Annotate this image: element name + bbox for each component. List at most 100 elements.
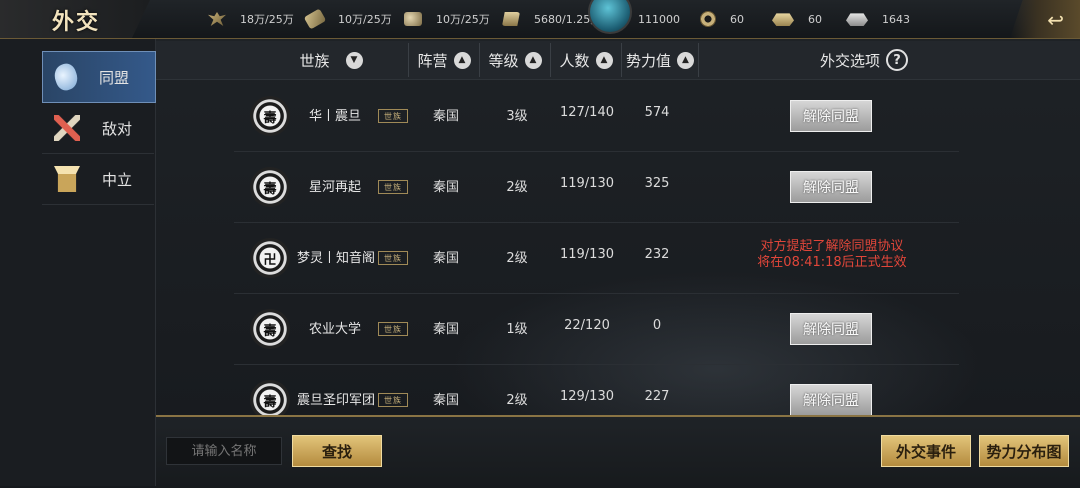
resource-value: 111000 (638, 12, 680, 26)
clan-name: 梦灵丨知音阁 (297, 251, 376, 266)
power-map-button[interactable]: 势力分布图 (979, 435, 1069, 467)
clan-name: 震旦圣印军团 (297, 393, 376, 408)
resource-value: 18万/25万 (240, 13, 294, 26)
table-row: 壽 星河再起 世族 秦国 2级 119/130 325 解除同盟 (234, 152, 959, 223)
resource-gold: 60 (772, 10, 822, 28)
stone-icon (404, 12, 422, 26)
table-row: 壽 华丨震旦 世族 秦国 3级 127/140 574 解除同盟 (234, 81, 959, 152)
grain-icon (208, 12, 226, 26)
sidebar: 同盟 敌对 中立 (0, 39, 156, 486)
bottom-action-bar: 查找 外交事件 势力分布图 (156, 415, 1080, 488)
tab-alliance[interactable]: 同盟 (42, 51, 156, 103)
tab-hostile[interactable]: 敌对 (42, 103, 154, 154)
resource-copper: 60 (700, 10, 744, 28)
tab-label: 敌对 (102, 119, 133, 138)
column-label: 势力值 (625, 51, 671, 70)
table-row: 卍 梦灵丨知音阁 世族 秦国 2级 119/130 232 对方提起了解除同盟协… (234, 223, 959, 294)
faction-cell: 秦国 (432, 180, 459, 195)
column-level[interactable]: 等级 ▲ (480, 41, 550, 79)
column-power[interactable]: 势力值 ▲ (622, 41, 698, 79)
resource-population: 111000 (638, 10, 680, 28)
faction-cell: 秦国 (432, 322, 459, 337)
column-options: 外交选项 ? (699, 41, 1029, 79)
power-cell: 0 (652, 318, 662, 333)
clan-name: 农业大学 (309, 322, 362, 337)
dissolve-alliance-button[interactable]: 解除同盟 (790, 384, 872, 415)
back-button[interactable]: ↩ (1010, 0, 1080, 38)
sort-up-icon[interactable]: ▲ (524, 51, 542, 69)
clan-search-input[interactable] (166, 437, 282, 465)
power-cell: 232 (644, 247, 670, 262)
column-label: 人数 (559, 51, 590, 70)
clan-badge: 世族 (378, 109, 408, 123)
column-label: 外交选项 (819, 51, 880, 70)
resource-stone: 10万/25万 (404, 10, 490, 28)
tab-label: 中立 (102, 170, 133, 189)
table-row: 壽 农业大学 世族 秦国 1级 22/120 0 解除同盟 (234, 294, 959, 365)
top-resource-bar: 外交 18万/25万 10万/25万 10万/25万 5680/1.25万 11… (0, 0, 1080, 39)
clan-name: 星河再起 (309, 180, 362, 195)
resource-wood: 10万/25万 (303, 8, 392, 30)
resource-silver: 1643 (846, 10, 910, 28)
power-cell: 227 (644, 389, 670, 404)
help-icon[interactable]: ? (886, 49, 908, 71)
sort-up-icon[interactable]: ▲ (453, 51, 471, 69)
copper-coin-icon (700, 11, 716, 27)
notice-line: 将在08:41:18后正式生效 (757, 255, 907, 270)
sort-down-icon[interactable]: ▼ (345, 51, 363, 69)
members-cell: 22/120 (564, 318, 610, 333)
neutral-banner-icon (54, 166, 80, 192)
faction-cell: 秦国 (432, 251, 459, 266)
faction-cell: 秦国 (432, 393, 459, 408)
resource-grain: 18万/25万 (208, 10, 294, 28)
resource-value: 1643 (882, 12, 910, 26)
members-cell: 119/130 (559, 176, 614, 191)
column-label: 世族 (299, 51, 330, 70)
player-avatar[interactable] (588, 0, 632, 34)
members-cell: 129/130 (559, 389, 614, 404)
dissolve-alliance-button[interactable]: 解除同盟 (790, 171, 872, 203)
alliance-icon (51, 61, 81, 93)
column-faction[interactable]: 阵营 ▲ (409, 41, 479, 79)
resource-value: 10万/25万 (436, 13, 490, 26)
wood-icon (303, 8, 327, 30)
power-cell: 325 (644, 176, 670, 191)
clan-emblem-icon: 壽 (250, 309, 290, 349)
crossed-swords-icon (54, 115, 80, 141)
level-cell: 2级 (506, 251, 528, 266)
level-cell: 2级 (506, 393, 528, 408)
level-cell: 2级 (506, 180, 528, 195)
tab-neutral[interactable]: 中立 (42, 154, 154, 205)
table-header: 世族 ▼ 阵营 ▲ 等级 ▲ 人数 ▲ 势力值 ▲ 外交选项 ? (156, 41, 1080, 80)
diplomacy-events-button[interactable]: 外交事件 (881, 435, 971, 467)
return-arrow-icon: ↩ (1047, 8, 1064, 32)
iron-icon (502, 12, 520, 26)
sort-up-icon[interactable]: ▲ (677, 51, 694, 69)
alliance-table: 世族 ▼ 阵营 ▲ 等级 ▲ 人数 ▲ 势力值 ▲ 外交选项 ? 壽 华丨震旦 … (156, 39, 1080, 415)
level-cell: 3级 (506, 109, 528, 124)
resource-value: 60 (730, 12, 744, 26)
column-label: 等级 (488, 51, 519, 70)
clan-emblem-icon: 壽 (250, 96, 290, 136)
column-clan[interactable]: 世族 ▼ (256, 41, 406, 79)
clan-name: 华丨震旦 (309, 109, 362, 124)
page-title: 外交 (52, 9, 101, 35)
column-members[interactable]: 人数 ▲ (551, 41, 621, 79)
dissolve-alliance-button[interactable]: 解除同盟 (790, 100, 872, 132)
faction-cell: 秦国 (432, 109, 459, 124)
clan-badge: 世族 (378, 322, 408, 336)
dissolution-notice: 对方提起了解除同盟协议 将在08:41:18后正式生效 (712, 239, 952, 271)
resource-iron: 5680/1.25万 (502, 10, 601, 28)
power-cell: 574 (644, 105, 670, 120)
sort-up-icon[interactable]: ▲ (595, 51, 613, 69)
members-cell: 127/140 (559, 105, 614, 120)
clan-badge: 世族 (378, 180, 408, 194)
dissolve-alliance-button[interactable]: 解除同盟 (790, 313, 872, 345)
table-row: 壽 震旦圣印军团 世族 秦国 2级 129/130 227 解除同盟 (234, 365, 959, 415)
gold-ingot-icon (772, 13, 794, 26)
resource-value: 10万/25万 (338, 13, 392, 26)
level-cell: 1级 (506, 322, 528, 337)
column-label: 阵营 (417, 51, 448, 70)
search-button[interactable]: 查找 (292, 435, 382, 467)
clan-emblem-icon: 卍 (250, 238, 290, 278)
